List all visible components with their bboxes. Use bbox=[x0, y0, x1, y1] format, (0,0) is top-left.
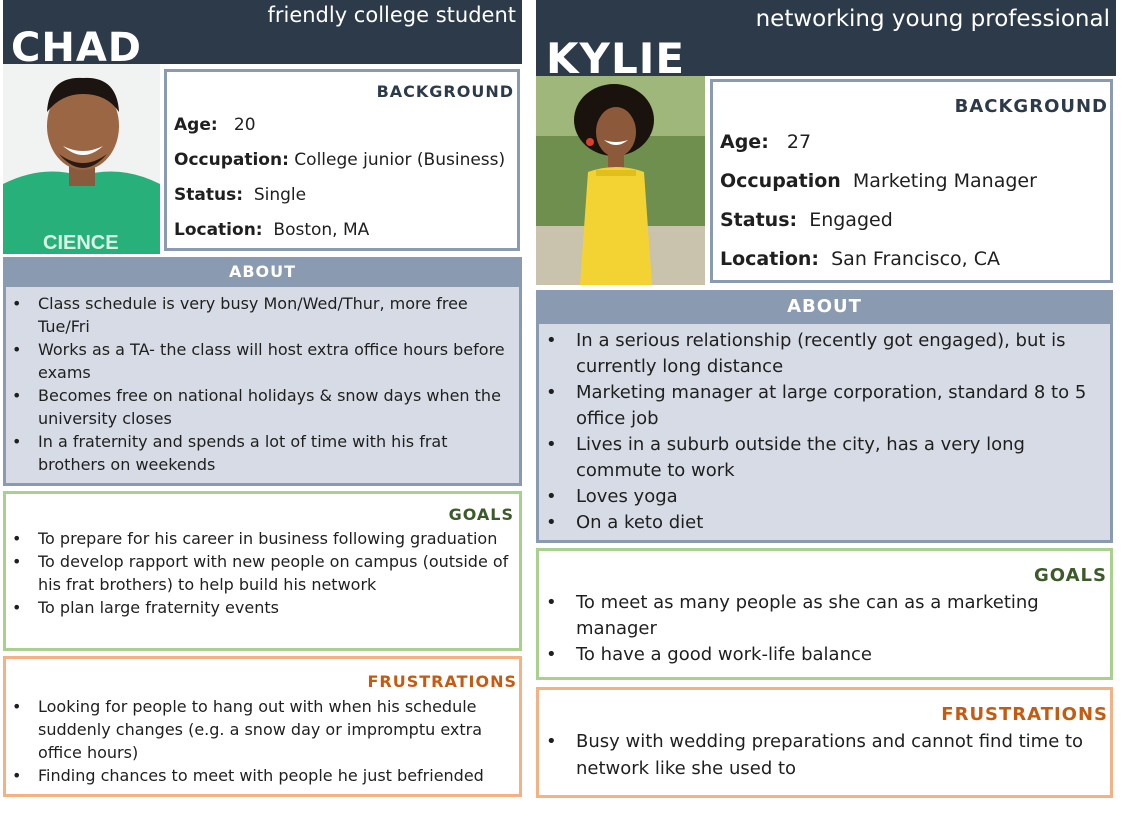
chad-status-value: Single bbox=[253, 185, 307, 205]
kylie-about-box: In a serious relationship (recently got … bbox=[536, 324, 1113, 543]
kylie-name: KYLIE bbox=[546, 34, 686, 83]
chad-frustrations-list: Looking for people to hang out with when… bbox=[12, 695, 518, 787]
chad-frustrations-title: FRUSTRATIONS bbox=[367, 672, 517, 691]
kylie-about-title: ABOUT bbox=[536, 290, 1113, 324]
kylie-goals-list: To meet as many people as she can as a m… bbox=[546, 590, 1101, 668]
list-item: To meet as many people as she can as a m… bbox=[546, 590, 1101, 642]
kylie-person-photo-icon bbox=[536, 76, 705, 285]
list-item: To develop rapport with new people on ca… bbox=[12, 550, 512, 596]
kylie-age-value: 27 bbox=[786, 131, 812, 153]
kylie-goals-title: GOALS bbox=[1034, 565, 1107, 586]
chad-about-list: Class schedule is very busy Mon/Wed/Thur… bbox=[12, 292, 512, 476]
kylie-age-label: Age: bbox=[720, 131, 769, 153]
chad-location: Location: Boston, MA bbox=[174, 220, 369, 240]
list-item: Marketing manager at large corporation, … bbox=[546, 380, 1101, 432]
kylie-location-value: San Francisco, CA bbox=[831, 248, 1000, 270]
kylie-status: Status: Engaged bbox=[720, 209, 893, 231]
list-item: Loves yoga bbox=[546, 484, 1101, 510]
chad-shirt-text: CIENCE bbox=[43, 232, 119, 254]
list-item: To plan large fraternity events bbox=[12, 596, 512, 619]
kylie-about-list: In a serious relationship (recently got … bbox=[546, 328, 1101, 536]
chad-header: friendly college student CHAD bbox=[3, 0, 522, 68]
list-item: On a keto diet bbox=[546, 510, 1101, 536]
chad-occupation-label: Occupation: bbox=[174, 150, 289, 170]
chad-goals-list: To prepare for his career in business fo… bbox=[12, 527, 512, 619]
kylie-frustrations-list: Busy with wedding preparations and canno… bbox=[546, 728, 1111, 782]
chad-photo: CIENCE bbox=[3, 64, 160, 254]
kylie-occupation: Occupation Marketing Manager bbox=[720, 170, 1037, 192]
kylie-location: Location: San Francisco, CA bbox=[720, 248, 1000, 270]
kylie-header: networking young professional KYLIE bbox=[536, 0, 1116, 80]
chad-tagline: friendly college student bbox=[267, 3, 516, 27]
chad-status-label: Status: bbox=[174, 185, 243, 205]
chad-location-value: Boston, MA bbox=[273, 220, 370, 240]
list-item: Class schedule is very busy Mon/Wed/Thur… bbox=[12, 292, 512, 338]
chad-goals-title: GOALS bbox=[448, 505, 514, 524]
kylie-status-label: Status: bbox=[720, 209, 798, 231]
list-item: In a fraternity and spends a lot of time… bbox=[12, 430, 512, 476]
kylie-frustrations-title: FRUSTRATIONS bbox=[941, 704, 1108, 725]
chad-location-label: Location: bbox=[174, 220, 263, 240]
chad-background-box: BACKGROUND Age: 20 Occupation: College j… bbox=[164, 69, 520, 251]
kylie-location-label: Location: bbox=[720, 248, 820, 270]
list-item: To have a good work-life balance bbox=[546, 642, 1101, 668]
kylie-background-title: BACKGROUND bbox=[954, 96, 1108, 117]
list-item: Busy with wedding preparations and canno… bbox=[546, 728, 1111, 782]
kylie-frustrations-box: FRUSTRATIONS Busy with wedding preparati… bbox=[536, 687, 1113, 798]
kylie-occupation-value: Marketing Manager bbox=[852, 170, 1037, 192]
list-item: In a serious relationship (recently got … bbox=[546, 328, 1101, 380]
list-item: To prepare for his career in business fo… bbox=[12, 527, 512, 550]
kylie-age: Age: 27 bbox=[720, 131, 811, 153]
chad-background-title: BACKGROUND bbox=[376, 82, 514, 101]
kylie-occupation-label: Occupation bbox=[720, 170, 841, 192]
kylie-goals-box: GOALS To meet as many people as she can … bbox=[536, 548, 1113, 680]
list-item: Looking for people to hang out with when… bbox=[12, 695, 518, 764]
chad-about-title: ABOUT bbox=[3, 257, 522, 287]
kylie-tagline: networking young professional bbox=[755, 6, 1110, 32]
chad-name: CHAD bbox=[11, 25, 142, 71]
kylie-photo bbox=[536, 76, 705, 285]
kylie-background-box: BACKGROUND Age: 27 Occupation Marketing … bbox=[710, 79, 1113, 283]
chad-occupation: Occupation: College junior (Business) bbox=[174, 150, 505, 170]
list-item: Works as a TA- the class will host extra… bbox=[12, 338, 512, 384]
chad-person-photo-icon: CIENCE bbox=[3, 64, 160, 254]
list-item: Becomes free on national holidays & snow… bbox=[12, 384, 512, 430]
chad-occupation-value: College junior (Business) bbox=[294, 150, 506, 170]
chad-age-value: 20 bbox=[233, 115, 256, 135]
kylie-status-value: Engaged bbox=[809, 209, 893, 231]
chad-age: Age: 20 bbox=[174, 115, 256, 135]
chad-goals-box: GOALS To prepare for his career in busin… bbox=[3, 491, 522, 651]
list-item: Finding chances to meet with people he j… bbox=[12, 764, 518, 787]
chad-status: Status: Single bbox=[174, 185, 306, 205]
chad-frustrations-box: FRUSTRATIONS Looking for people to hang … bbox=[3, 656, 522, 797]
list-item: Lives in a suburb outside the city, has … bbox=[546, 432, 1101, 484]
chad-about-box: Class schedule is very busy Mon/Wed/Thur… bbox=[3, 287, 522, 486]
chad-age-label: Age: bbox=[174, 115, 218, 135]
